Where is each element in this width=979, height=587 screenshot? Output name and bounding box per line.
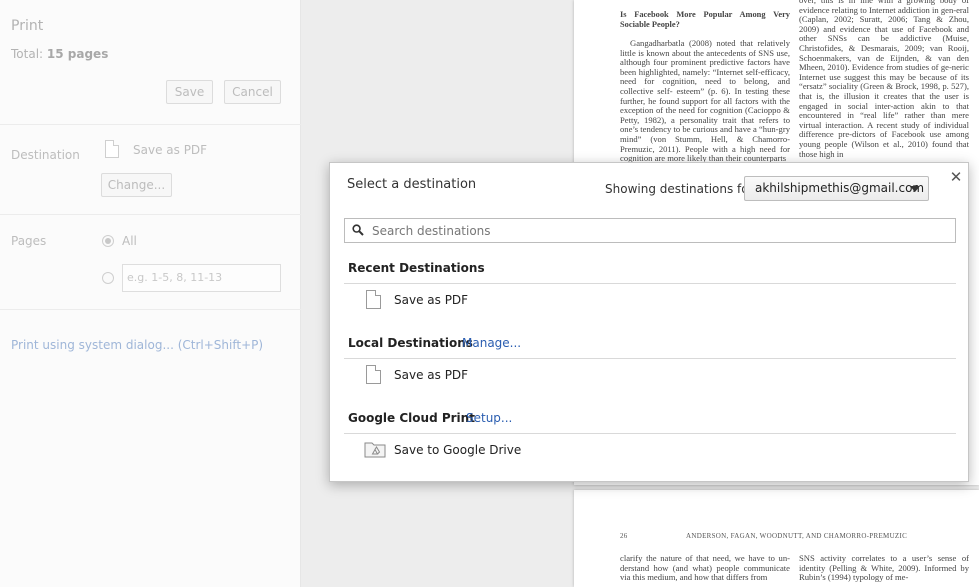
divider <box>344 283 956 284</box>
destination-item-local-pdf[interactable]: Save as PDF <box>364 363 954 387</box>
local-destinations-heading: Local Destinations <box>348 336 473 350</box>
destination-item-label: Save as PDF <box>394 368 469 382</box>
setup-link[interactable]: Setup... <box>466 411 512 425</box>
account-select[interactable]: akhilshipmethis@gmail.com <box>744 176 929 201</box>
search-icon <box>352 224 364 236</box>
select-destination-dialog: Select a destination ✕ Showing destinati… <box>329 162 969 482</box>
google-drive-folder-icon <box>364 442 386 458</box>
destination-item-recent-pdf[interactable]: Save as PDF <box>364 288 954 312</box>
divider <box>344 433 956 434</box>
file-icon <box>366 290 381 309</box>
destination-item-google-drive[interactable]: Save to Google Drive <box>364 438 954 462</box>
showing-destinations-label: Showing destinations for <box>605 182 754 196</box>
file-icon <box>366 365 381 384</box>
cloud-print-heading: Google Cloud Print <box>348 411 475 425</box>
account-value: akhilshipmethis@gmail.com <box>755 181 925 195</box>
search-box[interactable] <box>344 218 956 243</box>
manage-link[interactable]: Manage... <box>462 336 521 350</box>
destination-item-label: Save as PDF <box>394 293 469 307</box>
search-destinations-input[interactable] <box>372 220 952 241</box>
close-icon[interactable]: ✕ <box>948 169 964 185</box>
recent-destinations-heading: Recent Destinations <box>348 261 485 275</box>
destination-item-label: Save to Google Drive <box>394 443 522 457</box>
caret-down-icon <box>910 186 920 192</box>
divider <box>344 358 956 359</box>
dialog-title: Select a destination <box>347 177 477 192</box>
